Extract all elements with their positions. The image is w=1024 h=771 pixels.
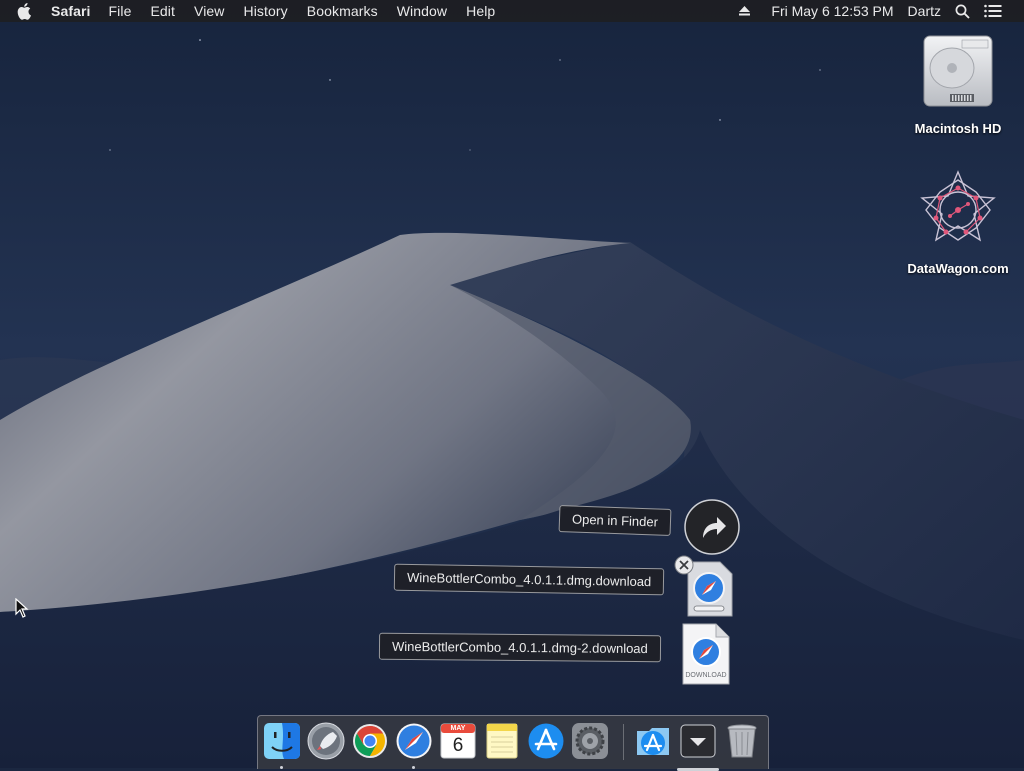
notification-center-icon[interactable] (984, 4, 1002, 18)
calendar-month: MAY (450, 725, 466, 732)
dock-calendar[interactable]: MAY 6 (439, 722, 477, 760)
menu-user[interactable]: Dartz (908, 3, 941, 19)
remove-download-close-icon[interactable] (672, 554, 690, 572)
dock-system-preferences[interactable] (571, 722, 609, 760)
dock-google-chrome[interactable] (351, 722, 389, 760)
menu-help[interactable]: Help (466, 3, 495, 19)
dock-separator (623, 724, 624, 760)
eject-icon[interactable] (738, 5, 751, 17)
menu-app-safari[interactable]: Safari (51, 3, 91, 19)
apple-logo-icon[interactable] (17, 1, 37, 21)
calendar-day: 6 (452, 735, 464, 756)
safari-compass-icon (396, 723, 432, 759)
finder-icon (264, 723, 300, 759)
menu-bookmarks[interactable]: Bookmarks (307, 3, 378, 19)
open-in-finder-label[interactable]: Open in Finder (558, 505, 672, 536)
notes-icon (486, 723, 518, 759)
chrome-icon (353, 724, 387, 758)
mouse-cursor-icon (15, 598, 29, 618)
menu-clock[interactable]: Fri May 6 12:53 PM (771, 3, 893, 19)
menu-history[interactable]: History (244, 3, 288, 19)
open-in-finder-button[interactable] (683, 498, 741, 561)
datawagon-logo-icon (920, 170, 996, 242)
menu-edit[interactable]: Edit (150, 3, 175, 19)
desktop-icon-label: Macintosh HD (914, 121, 1002, 136)
dock-trash[interactable] (723, 722, 761, 760)
download-badge-text: DOWNLOAD (685, 672, 727, 679)
spotlight-search-icon[interactable] (955, 4, 970, 19)
menu-window[interactable]: Window (397, 3, 447, 19)
desktop-icon-datawagon[interactable]: DataWagon.com (898, 168, 1018, 276)
desktop-icon-macintosh-hd[interactable]: Macintosh HD (898, 32, 1018, 136)
gear-icon (572, 723, 608, 759)
downloads-chevron-icon (680, 724, 716, 758)
open-in-finder-arrow-icon (684, 499, 740, 555)
menu-file[interactable]: File (109, 3, 132, 19)
dock-safari[interactable] (395, 722, 433, 769)
download-file-name[interactable]: WineBottlerCombo_4.0.1.1.dmg-2.download (378, 632, 661, 663)
download-file-name[interactable]: WineBottlerCombo_4.0.1.1.dmg.download (393, 563, 665, 596)
download-item-2[interactable]: DOWNLOAD (680, 622, 732, 691)
dock-launchpad[interactable] (307, 722, 345, 760)
desktop-icon-label: DataWagon.com (907, 261, 1009, 276)
dock: MAY 6 (257, 715, 769, 771)
menu-view[interactable]: View (194, 3, 225, 19)
hard-drive-icon (923, 35, 993, 107)
dock-downloads[interactable] (677, 722, 719, 771)
menu-bar-status: Fri May 6 12:53 PM Dartz (724, 0, 1024, 22)
trash-icon (727, 724, 757, 758)
dock-app-store[interactable] (527, 722, 565, 760)
menu-bar: Safari File Edit View History Bookmarks … (0, 0, 1024, 22)
applications-folder-icon (637, 728, 669, 755)
dock-finder[interactable] (263, 722, 301, 769)
app-store-icon (528, 723, 564, 759)
dock-notes[interactable] (483, 722, 521, 760)
launchpad-rocket-icon (307, 722, 345, 760)
dock-applications[interactable] (634, 722, 672, 760)
